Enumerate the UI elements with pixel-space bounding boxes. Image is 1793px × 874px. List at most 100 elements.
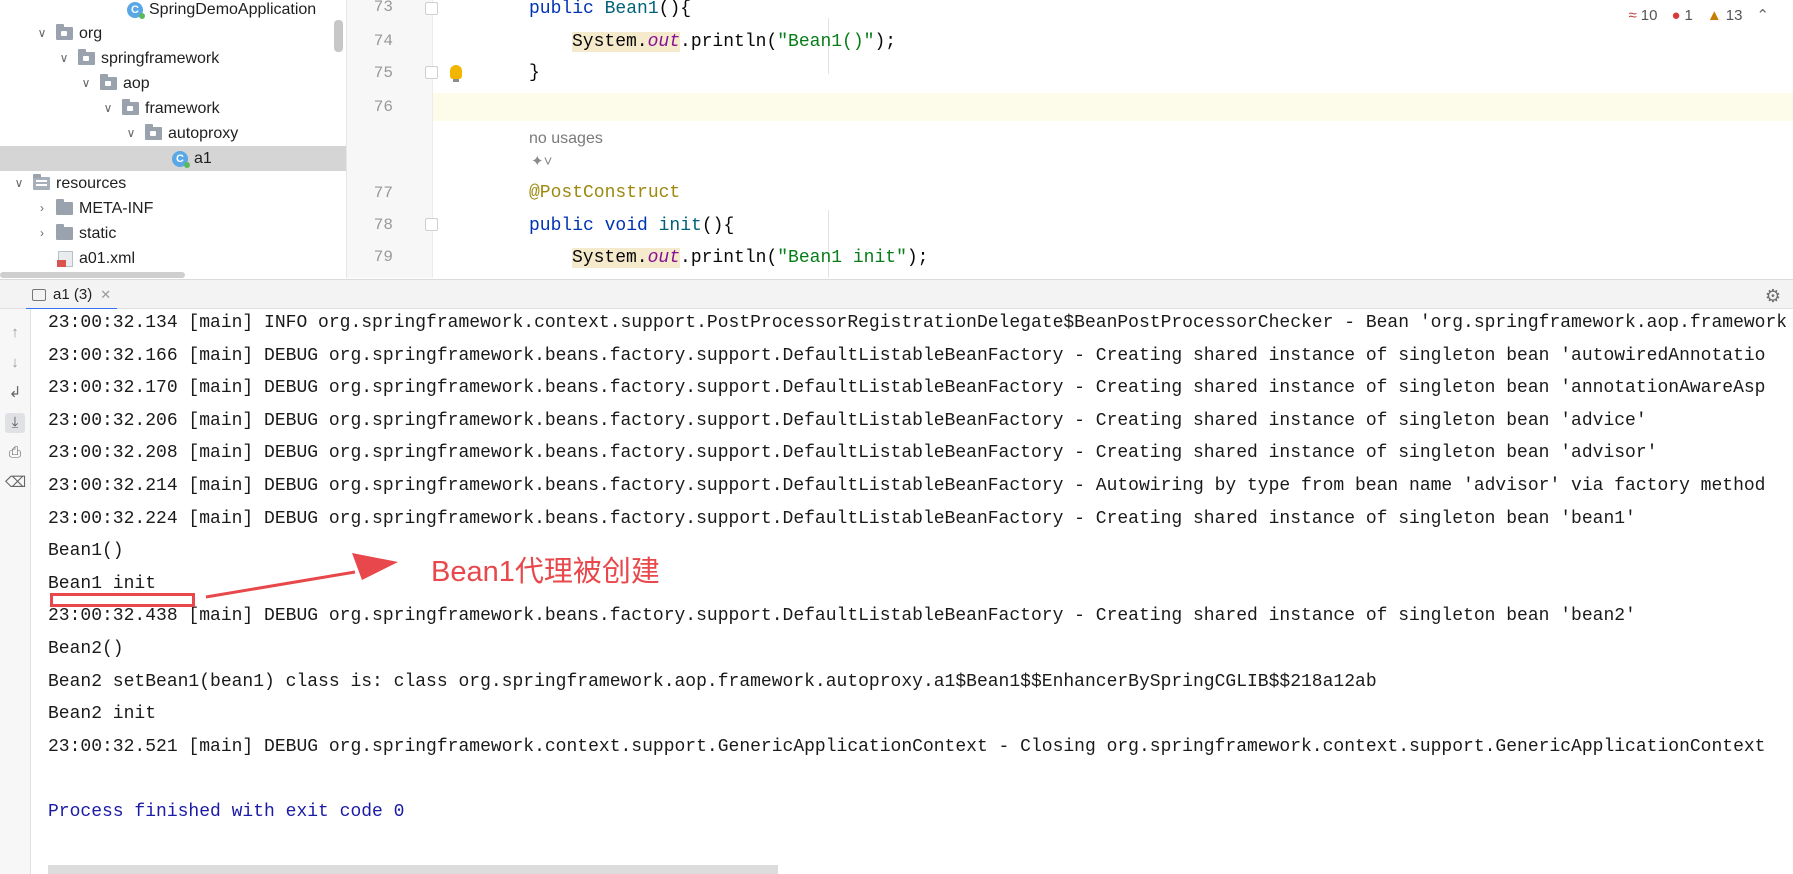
tree-item-label: springframework [101, 50, 220, 67]
run-console[interactable]: 23:00:32.134 [main] INFO org.springframe… [31, 309, 1793, 874]
run-side-toolbar: ↑ ↓ ↲ ⤓ ⎙ ⌫ [0, 309, 31, 874]
trash-icon[interactable]: ⌫ [5, 473, 26, 493]
fold-marker-icon[interactable] [425, 2, 438, 15]
code-token: out [647, 32, 681, 52]
tree-horizontal-scrollbar[interactable] [0, 272, 185, 278]
folder-icon [56, 199, 73, 215]
tree-item-resources[interactable]: ∨ resources [13, 171, 126, 196]
tree-item-label: static [79, 225, 117, 242]
typos-indicator[interactable]: ≈10 [1629, 7, 1658, 24]
ai-assist-icon[interactable]: ✦˅ [531, 152, 552, 170]
gear-icon[interactable]: ⚙ [1765, 286, 1781, 307]
process-exit-line: Process finished with exit code 0 [48, 802, 405, 822]
editor-gutter: 73 74 75 76 77 78 79 [347, 0, 438, 278]
usages-hint[interactable]: no usages [529, 130, 603, 148]
console-horizontal-scrollbar[interactable] [48, 865, 778, 874]
code-token: public void [529, 216, 659, 236]
chevron-down-icon[interactable]: ∨ [13, 171, 25, 196]
project-tree-panel: C SpringDemoApplication ∨ org ∨ springfr… [0, 0, 347, 278]
tree-item-label: resources [56, 175, 127, 192]
package-icon [100, 74, 117, 90]
tree-item-springframework[interactable]: ∨ springframework [58, 46, 219, 71]
chevron-right-icon[interactable]: › [36, 196, 48, 221]
tree-item-label: aop [123, 75, 150, 92]
fold-marker-icon[interactable] [425, 218, 438, 231]
code-token: ); [874, 32, 897, 52]
code-line-75: } [529, 63, 540, 83]
tree-item-a01-xml[interactable]: a01.xml [57, 246, 135, 271]
class-icon: C [127, 1, 145, 19]
package-icon [56, 24, 73, 40]
console-line: Bean2 init [48, 704, 157, 725]
code-token: System.out [572, 248, 681, 268]
console-line: 23:00:32.438 [main] DEBUG org.springfram… [48, 606, 1636, 627]
console-line: 23:00:32.170 [main] DEBUG org.springfram… [48, 378, 1766, 399]
code-line-78: public void init(){ [529, 212, 734, 240]
console-line: 23:00:32.134 [main] INFO org.springframe… [48, 313, 1788, 333]
code-token: Bean1 [604, 0, 659, 19]
annotation-highlight-box [50, 593, 195, 607]
code-line-74: System.out.println("Bean1()"); [572, 28, 896, 56]
chevron-down-icon[interactable]: ∨ [102, 96, 114, 121]
code-token: System. [572, 248, 648, 268]
code-token: ); [906, 248, 929, 268]
console-line: 23:00:32.208 [main] DEBUG org.springfram… [48, 443, 1658, 464]
chevron-down-icon[interactable]: ∨ [58, 46, 70, 71]
scroll-to-end-icon[interactable]: ⤓ [5, 413, 25, 433]
code-token: (){ [658, 0, 692, 19]
chevron-right-icon[interactable]: › [36, 221, 48, 246]
chevron-down-icon[interactable]: ∨ [80, 71, 92, 96]
tree-item-label: META-INF [79, 200, 154, 217]
tree-item-springdemoapplication[interactable]: C SpringDemoApplication [127, 0, 316, 22]
tree-item-aop[interactable]: ∨ aop [80, 71, 150, 96]
tree-item-static[interactable]: › static [36, 221, 116, 246]
code-token: @PostConstruct [529, 183, 681, 203]
run-toolbar: a1 (3) ✕ ⚙ [0, 279, 1793, 310]
lightbulb-icon[interactable] [450, 65, 462, 82]
line-number: 77 [373, 184, 393, 202]
code-token: public [529, 0, 605, 19]
tree-item-label: org [79, 25, 103, 42]
code-token: "Bean1 init" [777, 248, 907, 268]
warnings-indicator[interactable]: ▲ 13 [1707, 7, 1743, 24]
chevron-down-icon[interactable]: ∨ [36, 21, 48, 46]
arrow-up-icon[interactable]: ↑ [5, 323, 25, 343]
tree-vertical-scrollbar[interactable] [334, 20, 343, 52]
code-token: (){ [701, 216, 735, 236]
console-line: 23:00:32.224 [main] DEBUG org.springfram… [48, 508, 1636, 529]
tree-item-framework[interactable]: ∨ framework [102, 96, 220, 121]
arrow-down-icon[interactable]: ↓ [5, 353, 25, 373]
tab-label: a1 (3) [53, 286, 93, 303]
inspection-widget[interactable]: ≈10 ● 1 ▲ 13 ⌃ [1629, 6, 1769, 25]
console-line: 23:00:32.166 [main] DEBUG org.springfram… [48, 345, 1766, 366]
close-icon[interactable]: ✕ [100, 282, 111, 308]
code-token: out [647, 248, 681, 268]
error-icon: ● [1671, 6, 1681, 24]
code-token: .println( [680, 248, 778, 268]
code-line-79: System.out.println("Bean1 init"); [572, 244, 928, 272]
code-token: System.out [572, 32, 681, 52]
tree-item-autoproxy[interactable]: ∨ autoproxy [125, 121, 238, 146]
console-icon [32, 289, 46, 301]
tree-item-a1[interactable]: C a1 [0, 146, 346, 171]
line-number: 75 [373, 64, 393, 82]
errors-count: 1 [1684, 6, 1693, 24]
folder-icon [56, 224, 73, 240]
code-editor[interactable]: 73 74 75 76 77 78 79 public Bean1(){ Sys… [347, 0, 1793, 278]
console-line: Bean2() [48, 639, 124, 659]
tab-run-a1[interactable]: a1 (3) ✕ [26, 282, 118, 310]
line-number: 76 [373, 98, 393, 116]
soft-wrap-icon[interactable]: ↲ [5, 383, 25, 403]
chevron-down-icon[interactable]: ∨ [125, 121, 137, 146]
tree-item-meta-inf[interactable]: › META-INF [36, 196, 153, 221]
annotation-label: Bean1代理被创建 [431, 556, 660, 588]
console-line: 23:00:32.206 [main] DEBUG org.springfram… [48, 410, 1647, 431]
errors-indicator[interactable]: ● 1 [1671, 7, 1692, 24]
chevron-up-icon[interactable]: ⌃ [1756, 6, 1769, 24]
console-line: Bean2 setBean1(bean1) class is: class or… [48, 671, 1377, 692]
print-icon[interactable]: ⎙ [5, 443, 25, 463]
fold-marker-icon[interactable] [425, 66, 438, 79]
code-line-77: @PostConstruct [529, 179, 680, 207]
tree-item-org[interactable]: ∨ org [36, 21, 102, 46]
code-line-73: public Bean1(){ [529, 0, 691, 23]
